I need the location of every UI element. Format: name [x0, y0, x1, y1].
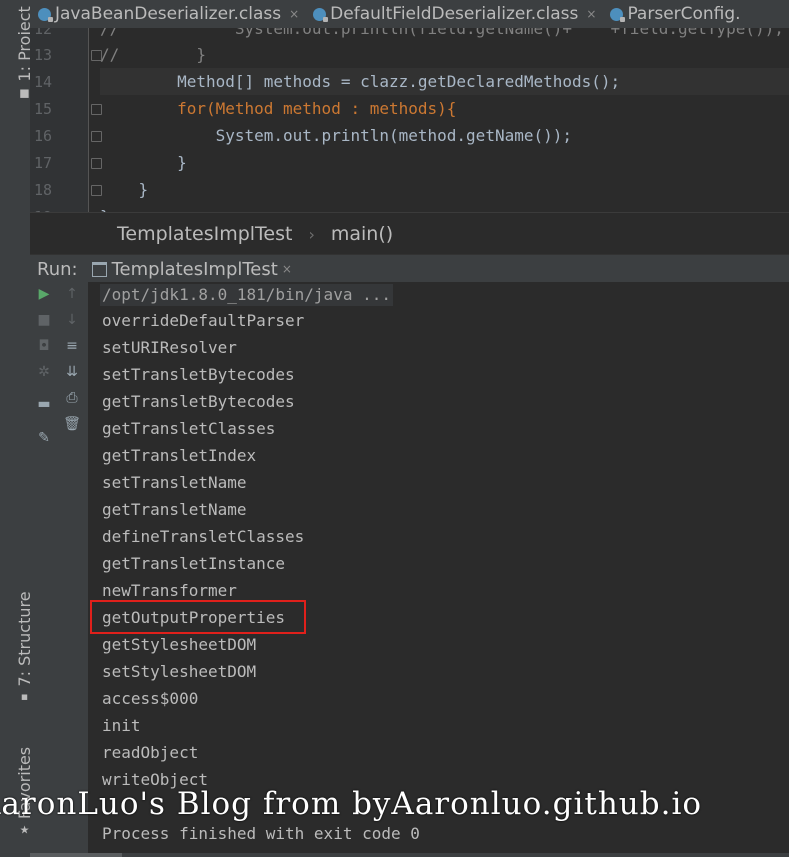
console-line: setTransletBytecodes [102, 365, 295, 384]
class-file-icon [610, 7, 626, 22]
pin-icon[interactable]: ✎ [30, 426, 58, 450]
console-line: newTransformer [102, 581, 237, 600]
folder-icon: ■ [19, 86, 30, 100]
code-line: } [100, 203, 789, 212]
close-icon[interactable]: × [289, 7, 299, 21]
line-number-gutter: 12 13 14 15 16 17 18 19 [30, 28, 102, 212]
blog-watermark: AaronLuo's Blog from byAaronluo.github.i… [0, 786, 703, 822]
scroll-to-end-icon[interactable]: ⇊ [58, 360, 86, 384]
editor-tab-label: DefaultFieldDeserializer.class [330, 4, 579, 24]
tool-window-strip: ■ 1: Project ▪ 7: Structure ★ Favorites [0, 0, 34, 857]
editor-tab-bar: JavaBeanDeserializer.class × DefaultFiel… [30, 0, 789, 29]
line-number: 13 [33, 46, 52, 64]
close-icon[interactable]: × [586, 7, 596, 21]
console-line: init [102, 716, 141, 735]
red-highlight-box [90, 600, 306, 634]
console-exit-message: Process finished with exit code 0 [102, 824, 420, 843]
console-line: setStylesheetDOM [102, 662, 257, 681]
code-line-text: Method[] methods = clazz.getDeclaredMeth… [100, 72, 621, 91]
console-line: getTransletIndex [102, 446, 257, 465]
code-line: } [100, 153, 187, 172]
stop-icon[interactable]: ■ [30, 308, 58, 332]
code-line: System.out.println(method.getName()); [100, 122, 789, 149]
soft-wrap-icon[interactable]: ≡ [58, 334, 86, 358]
trash-icon[interactable]: 🗑 [58, 412, 86, 436]
editor-tab[interactable]: DefaultFieldDeserializer.class × [305, 0, 602, 28]
console-line: getTransletClasses [102, 419, 276, 438]
breadcrumb-method[interactable]: main() [331, 223, 393, 245]
console-line: getTransletBytecodes [102, 392, 295, 411]
scrollbar-thumb[interactable] [30, 853, 122, 857]
editor-tab[interactable]: ParserConfig. [602, 0, 746, 28]
run-config-tab-label: TemplatesImplTest [111, 258, 278, 280]
console-line: getTransletName [102, 500, 247, 519]
code-line-text: for(Method method : methods){ [100, 99, 457, 118]
debug-bug-icon[interactable]: ✲ [30, 360, 58, 384]
run-panel-header: Run: TemplatesImplTest × [30, 254, 789, 283]
line-number: 17 [33, 154, 52, 172]
chevron-right-icon: › [308, 224, 315, 244]
structure-icon: ▪ [20, 689, 29, 703]
console-line: access$000 [102, 689, 199, 708]
rerun-icon[interactable]: ▶ [30, 282, 58, 306]
run-panel-label: Run: [37, 258, 78, 280]
scroll-up-icon[interactable]: ↑ [58, 282, 86, 306]
code-line-current: Method[] methods = clazz.getDeclaredMeth… [100, 68, 789, 95]
console-output[interactable]: /opt/jdk1.8.0_181/bin/java ... overrideD… [88, 282, 789, 857]
code-line: // System.out.println(field.getName()+" … [100, 28, 784, 38]
console-line: setTransletName [102, 473, 247, 492]
editor-tab[interactable]: JavaBeanDeserializer.class × [30, 0, 305, 28]
line-number: 16 [33, 127, 52, 145]
horizontal-scrollbar[interactable] [30, 853, 789, 857]
run-toolbar-secondary: ↑ ↓ ≡ ⇊ ⎙ 🗑 [58, 282, 89, 857]
code-line: for(Method method : methods){ [100, 95, 789, 122]
scroll-down-icon[interactable]: ↓ [58, 308, 86, 332]
console-line: defineTransletClasses [102, 527, 305, 546]
console-command-line[interactable]: /opt/jdk1.8.0_181/bin/java ... [100, 284, 393, 306]
code-line: // } [100, 45, 206, 64]
console-line: setURIResolver [102, 338, 237, 357]
print-icon[interactable]: ⎙ [58, 386, 86, 410]
console-window-icon [91, 261, 107, 277]
camera-icon[interactable]: ◘ [30, 334, 58, 358]
editor-tab-label: JavaBeanDeserializer.class [55, 4, 282, 24]
console-line: getTransletInstance [102, 554, 286, 573]
star-icon: ★ [19, 823, 30, 837]
editor-tab-label: ParserConfig. [627, 4, 741, 24]
console-line: overrideDefaultParser [102, 311, 305, 330]
code-line-text: System.out.println(method.getName()); [100, 126, 573, 145]
line-number: 14 [33, 73, 52, 91]
run-config-tab[interactable]: TemplatesImplTest × [91, 258, 292, 280]
line-number: 18 [33, 181, 52, 199]
console-line: getStylesheetDOM [102, 635, 257, 654]
run-toolbar-primary: ▶ ■ ◘ ✲ ▬ ✎ [30, 282, 58, 857]
class-file-icon [38, 7, 53, 22]
line-number: 12 [33, 28, 52, 38]
console-line: readObject [102, 743, 199, 762]
code-editor[interactable]: 12 13 14 15 16 17 18 19 // System.out.pr… [30, 28, 789, 212]
line-number: 15 [33, 100, 52, 118]
breadcrumb: TemplatesImplTest › main() [30, 212, 789, 255]
layout-icon[interactable]: ▬ [30, 392, 58, 416]
class-file-icon [313, 7, 329, 22]
code-line: } [100, 180, 149, 199]
close-icon[interactable]: × [282, 262, 292, 276]
breadcrumb-class[interactable]: TemplatesImplTest [117, 223, 292, 245]
